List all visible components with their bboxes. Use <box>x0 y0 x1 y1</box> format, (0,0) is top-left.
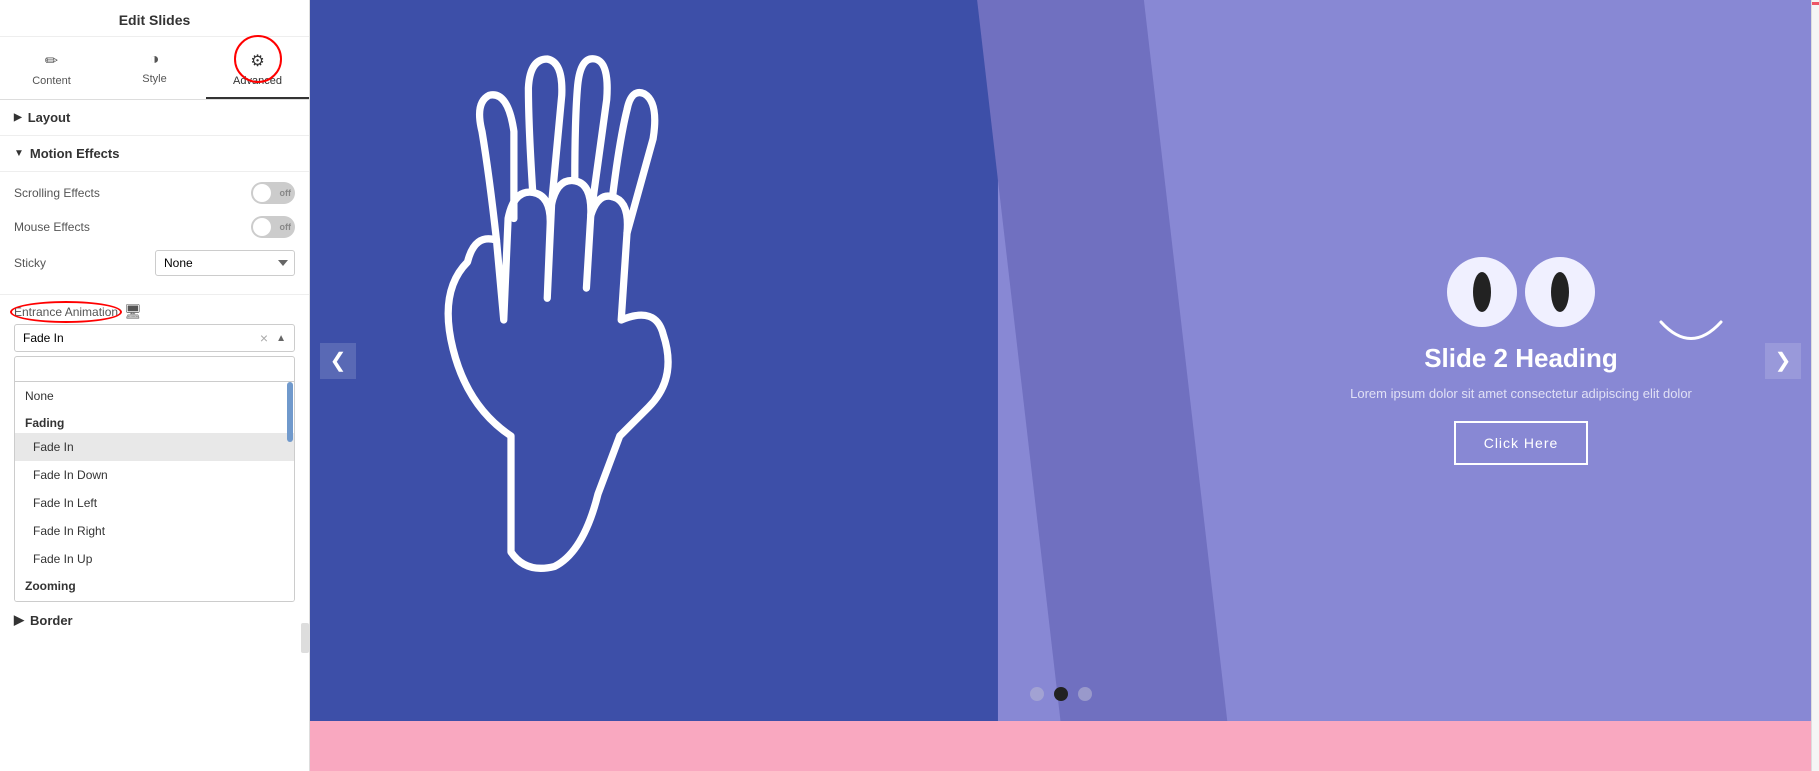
advanced-icon: ⚙ <box>250 51 264 71</box>
eye-left-white <box>1447 257 1517 327</box>
entrance-animation-label: Entrance Animation <box>14 305 118 319</box>
panel-title: Edit Slides <box>0 0 309 37</box>
face-decoration <box>1311 257 1731 327</box>
border-label: Border <box>30 613 73 628</box>
slide-container: Slide 2 Heading Lorem ipsum dolor sit am… <box>310 0 1811 721</box>
layout-section-header[interactable]: Layout <box>0 100 309 136</box>
slide-text-block: Slide 2 Heading Lorem ipsum dolor sit am… <box>1311 257 1731 465</box>
motion-effects-arrow-icon <box>14 148 24 159</box>
border-section-header[interactable]: ▶ Border <box>0 602 309 638</box>
tab-advanced-label: Advanced <box>233 75 282 87</box>
dropdown-item-none[interactable]: None <box>15 382 294 410</box>
mouse-effects-toggle[interactable]: off <box>251 216 295 238</box>
dropdown-item-fade-in-left[interactable]: Fade In Left <box>15 489 294 517</box>
tab-advanced[interactable]: ⚙ Advanced <box>206 45 309 99</box>
scrolling-off-label: off <box>280 188 292 198</box>
fade-select-box[interactable]: Fade In × ▲ <box>14 324 295 352</box>
dropdown-item-fade-in-up[interactable]: Fade In Up <box>15 545 294 573</box>
dropdown-item-zoom-in[interactable]: Zoom In <box>15 596 294 602</box>
layout-arrow-icon <box>14 112 22 123</box>
dropdown-group-zooming: Zooming <box>15 573 294 596</box>
sticky-row: Sticky None Top Bottom <box>14 250 295 276</box>
dot-1[interactable] <box>1030 687 1044 701</box>
scrolling-effects-toggle[interactable]: off <box>251 182 295 204</box>
dropdown-search-input[interactable] <box>14 356 295 382</box>
slide-cta-button[interactable]: Click Here <box>1454 421 1589 465</box>
layout-label: Layout <box>28 110 71 125</box>
right-sidebar <box>1811 0 1819 771</box>
monitor-icon: 🖥 <box>124 303 142 320</box>
eye-right-pupil <box>1551 272 1569 312</box>
hand-illustration <box>390 30 690 610</box>
dropdown-item-fade-in-down[interactable]: Fade In Down <box>15 461 294 489</box>
sticky-label: Sticky <box>14 256 46 270</box>
content-icon: ✏ <box>45 51 58 71</box>
right-sidebar-accent <box>1812 2 1819 5</box>
dropdown-group-fading: Fading <box>15 410 294 433</box>
sticky-select[interactable]: None Top Bottom <box>155 250 295 276</box>
tab-content-label: Content <box>32 75 71 87</box>
fade-select-value: Fade In <box>23 331 64 345</box>
motion-effects-label: Motion Effects <box>30 146 120 161</box>
mouse-effects-row: Mouse Effects off <box>14 216 295 238</box>
dropdown-item-fade-in[interactable]: Fade In <box>15 433 294 461</box>
dot-3[interactable] <box>1078 687 1092 701</box>
tab-style[interactable]: ◑ Style <box>103 45 206 99</box>
eye-left-pupil <box>1473 272 1491 312</box>
dropdown-item-fade-in-right[interactable]: Fade In Right <box>15 517 294 545</box>
slide-dots <box>1030 687 1092 701</box>
resize-handle[interactable] <box>301 623 309 653</box>
mouse-effects-label: Mouse Effects <box>14 220 90 234</box>
motion-effects-header[interactable]: Motion Effects <box>0 136 309 172</box>
border-arrow-icon: ▶ <box>14 612 24 628</box>
tab-style-label: Style <box>142 73 166 85</box>
dropdown-list: None Fading Fade In Fade In Down Fade In… <box>14 382 295 602</box>
clear-selection-button[interactable]: × <box>260 330 268 346</box>
main-content: Slide 2 Heading Lorem ipsum dolor sit am… <box>310 0 1811 771</box>
tabs-bar: ✏ Content ◑ Style ⚙ Advanced <box>0 37 309 100</box>
style-icon: ◑ <box>150 51 160 69</box>
dropdown-arrow-icon: ▲ <box>276 333 286 344</box>
dropdown-container: None Fading Fade In Fade In Down Fade In… <box>0 356 309 602</box>
eye-right-white <box>1525 257 1595 327</box>
mouse-off-label: off <box>280 222 292 232</box>
motion-effects-body: Scrolling Effects off Mouse Effects off … <box>0 172 309 295</box>
slide-subtext: Lorem ipsum dolor sit amet consectetur a… <box>1311 386 1731 401</box>
scrolling-effects-row: Scrolling Effects off <box>14 182 295 204</box>
scrolling-effects-label: Scrolling Effects <box>14 186 100 200</box>
dot-2[interactable] <box>1054 687 1068 701</box>
next-slide-button[interactable]: ❯ <box>1765 343 1801 379</box>
tab-content[interactable]: ✏ Content <box>0 45 103 99</box>
slider-area: Slide 2 Heading Lorem ipsum dolor sit am… <box>310 0 1811 721</box>
prev-slide-button[interactable]: ❮ <box>320 343 356 379</box>
entrance-animation-row: Entrance Animation 🖥 <box>0 295 309 324</box>
fade-select-container: Fade In × ▲ <box>0 324 309 356</box>
smile-icon <box>1651 317 1731 357</box>
left-panel: Edit Slides ✏ Content ◑ Style ⚙ Advanced… <box>0 0 310 771</box>
bottom-bar <box>310 721 1811 771</box>
